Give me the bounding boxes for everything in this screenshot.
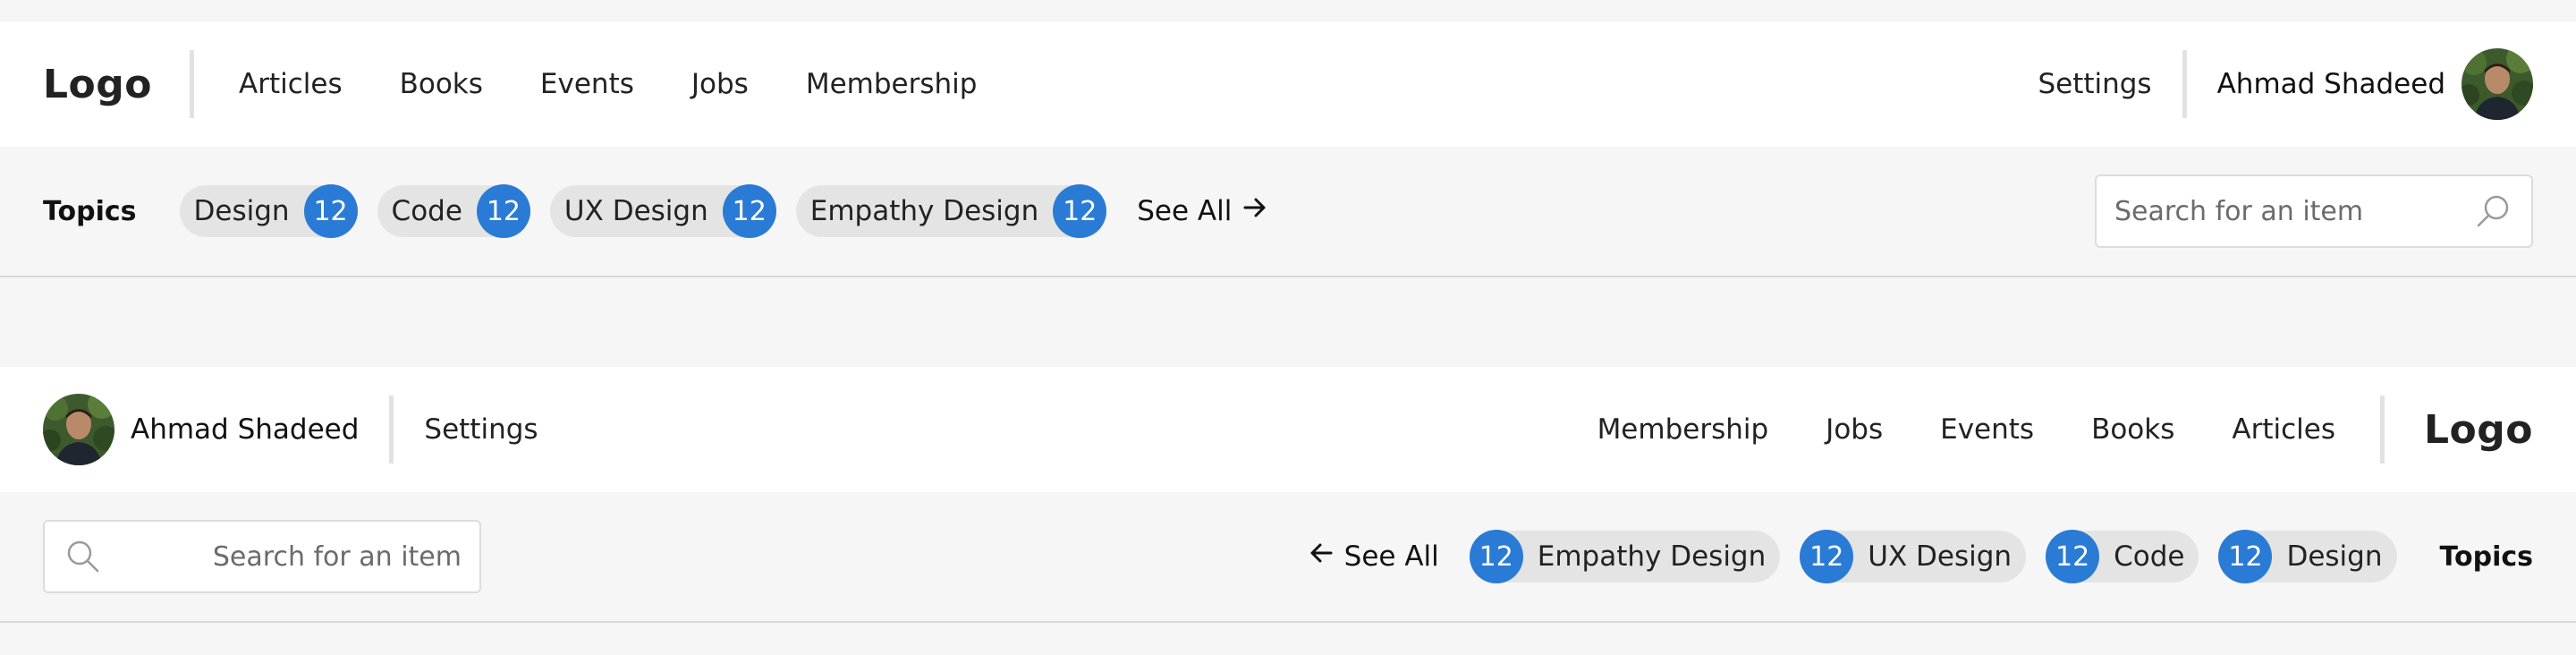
see-all-label: See All bbox=[1137, 195, 1233, 227]
nav-events[interactable]: Events bbox=[1940, 413, 2034, 446]
topics-label: Topics bbox=[2439, 540, 2534, 573]
chip-label: UX Design bbox=[1868, 540, 2012, 573]
user-name[interactable]: Ahmad Shadeed bbox=[131, 413, 359, 446]
chip-label: Empathy Design bbox=[1537, 540, 1767, 573]
topics-bar-rtl: Topics Design 12 Code 12 UX Design 12 Em… bbox=[0, 492, 2576, 623]
avatar[interactable] bbox=[43, 394, 114, 465]
chip-label: Code bbox=[391, 195, 462, 227]
divider bbox=[190, 50, 194, 118]
nav-membership[interactable]: Membership bbox=[1597, 413, 1769, 446]
topic-chip-code[interactable]: Code 12 bbox=[2046, 530, 2199, 583]
search-icon[interactable] bbox=[63, 536, 103, 577]
user-area: Settings Ahmad Shadeed bbox=[2038, 48, 2533, 120]
search-input[interactable] bbox=[128, 540, 462, 573]
topics-label: Topics bbox=[43, 195, 137, 227]
chip-count-badge: 12 bbox=[1800, 530, 1854, 583]
chip-label: UX Design bbox=[564, 195, 708, 227]
rtl-layout: Logo Articles Books Events Jobs Membersh… bbox=[0, 367, 2576, 623]
topic-chips: Design 12 Code 12 UX Design 12 Empathy D… bbox=[1469, 530, 2397, 583]
topic-chips: Design 12 Code 12 UX Design 12 Empathy D… bbox=[179, 184, 1107, 238]
topic-chip-ux-design[interactable]: UX Design 12 bbox=[549, 184, 776, 238]
nav-jobs[interactable]: Jobs bbox=[691, 68, 749, 100]
topic-chip-design[interactable]: Design 12 bbox=[2218, 530, 2397, 583]
site-header: Logo Articles Books Events Jobs Membersh… bbox=[0, 21, 2576, 147]
see-all-label: See All bbox=[1343, 540, 1439, 573]
topics-bar: Topics Design 12 Code 12 UX Design 12 Em… bbox=[0, 147, 2576, 277]
settings-link[interactable]: Settings bbox=[2038, 68, 2151, 100]
divider bbox=[2380, 396, 2385, 464]
topic-chip-design[interactable]: Design 12 bbox=[179, 184, 358, 238]
chip-label: Empathy Design bbox=[809, 195, 1039, 227]
arrow-right-icon bbox=[1242, 195, 1267, 227]
main-nav: Articles Books Events Jobs Membership bbox=[239, 68, 977, 100]
chip-label: Code bbox=[2114, 540, 2185, 573]
search-box bbox=[2095, 174, 2533, 248]
topic-chip-code[interactable]: Code 12 bbox=[377, 184, 530, 238]
main-nav: Articles Books Events Jobs Membership bbox=[1597, 413, 2335, 446]
search-input[interactable] bbox=[2114, 195, 2472, 227]
see-all-link[interactable]: See All bbox=[1309, 540, 1439, 573]
nav-books[interactable]: Books bbox=[400, 68, 483, 100]
topic-chip-empathy-design[interactable]: Empathy Design 12 bbox=[795, 184, 1107, 238]
logo[interactable]: Logo bbox=[43, 62, 152, 107]
nav-jobs[interactable]: Jobs bbox=[1826, 413, 1883, 446]
user-name[interactable]: Ahmad Shadeed bbox=[2217, 68, 2445, 100]
nav-events[interactable]: Events bbox=[540, 68, 634, 100]
chip-count-badge: 12 bbox=[2046, 530, 2100, 583]
nav-books[interactable]: Books bbox=[2091, 413, 2174, 446]
nav-articles[interactable]: Articles bbox=[2232, 413, 2335, 446]
topic-chip-empathy-design[interactable]: Empathy Design 12 bbox=[1469, 530, 1781, 583]
settings-link[interactable]: Settings bbox=[424, 413, 538, 446]
chip-count-badge: 12 bbox=[303, 184, 358, 238]
chip-count-badge: 12 bbox=[2218, 530, 2273, 583]
nav-articles[interactable]: Articles bbox=[239, 68, 343, 100]
divider bbox=[389, 396, 394, 464]
search-icon[interactable] bbox=[2472, 191, 2513, 232]
chip-count-badge: 12 bbox=[476, 184, 530, 238]
chip-count-badge: 12 bbox=[722, 184, 776, 238]
nav-membership[interactable]: Membership bbox=[806, 68, 978, 100]
chip-count-badge: 12 bbox=[1469, 530, 1523, 583]
ltr-layout: Logo Articles Books Events Jobs Membersh… bbox=[0, 21, 2576, 277]
divider bbox=[2182, 50, 2187, 118]
site-header-rtl: Logo Articles Books Events Jobs Membersh… bbox=[0, 367, 2576, 492]
chip-label: Design bbox=[193, 195, 290, 227]
arrow-left-icon bbox=[1309, 540, 1334, 573]
search-box bbox=[43, 520, 481, 593]
topic-chip-ux-design[interactable]: UX Design 12 bbox=[1800, 530, 2027, 583]
see-all-link[interactable]: See All bbox=[1137, 195, 1267, 227]
chip-count-badge: 12 bbox=[1053, 184, 1107, 238]
avatar[interactable] bbox=[2462, 48, 2533, 120]
user-area: Settings Ahmad Shadeed bbox=[43, 394, 538, 465]
chip-label: Design bbox=[2286, 540, 2383, 573]
logo[interactable]: Logo bbox=[2424, 407, 2533, 453]
